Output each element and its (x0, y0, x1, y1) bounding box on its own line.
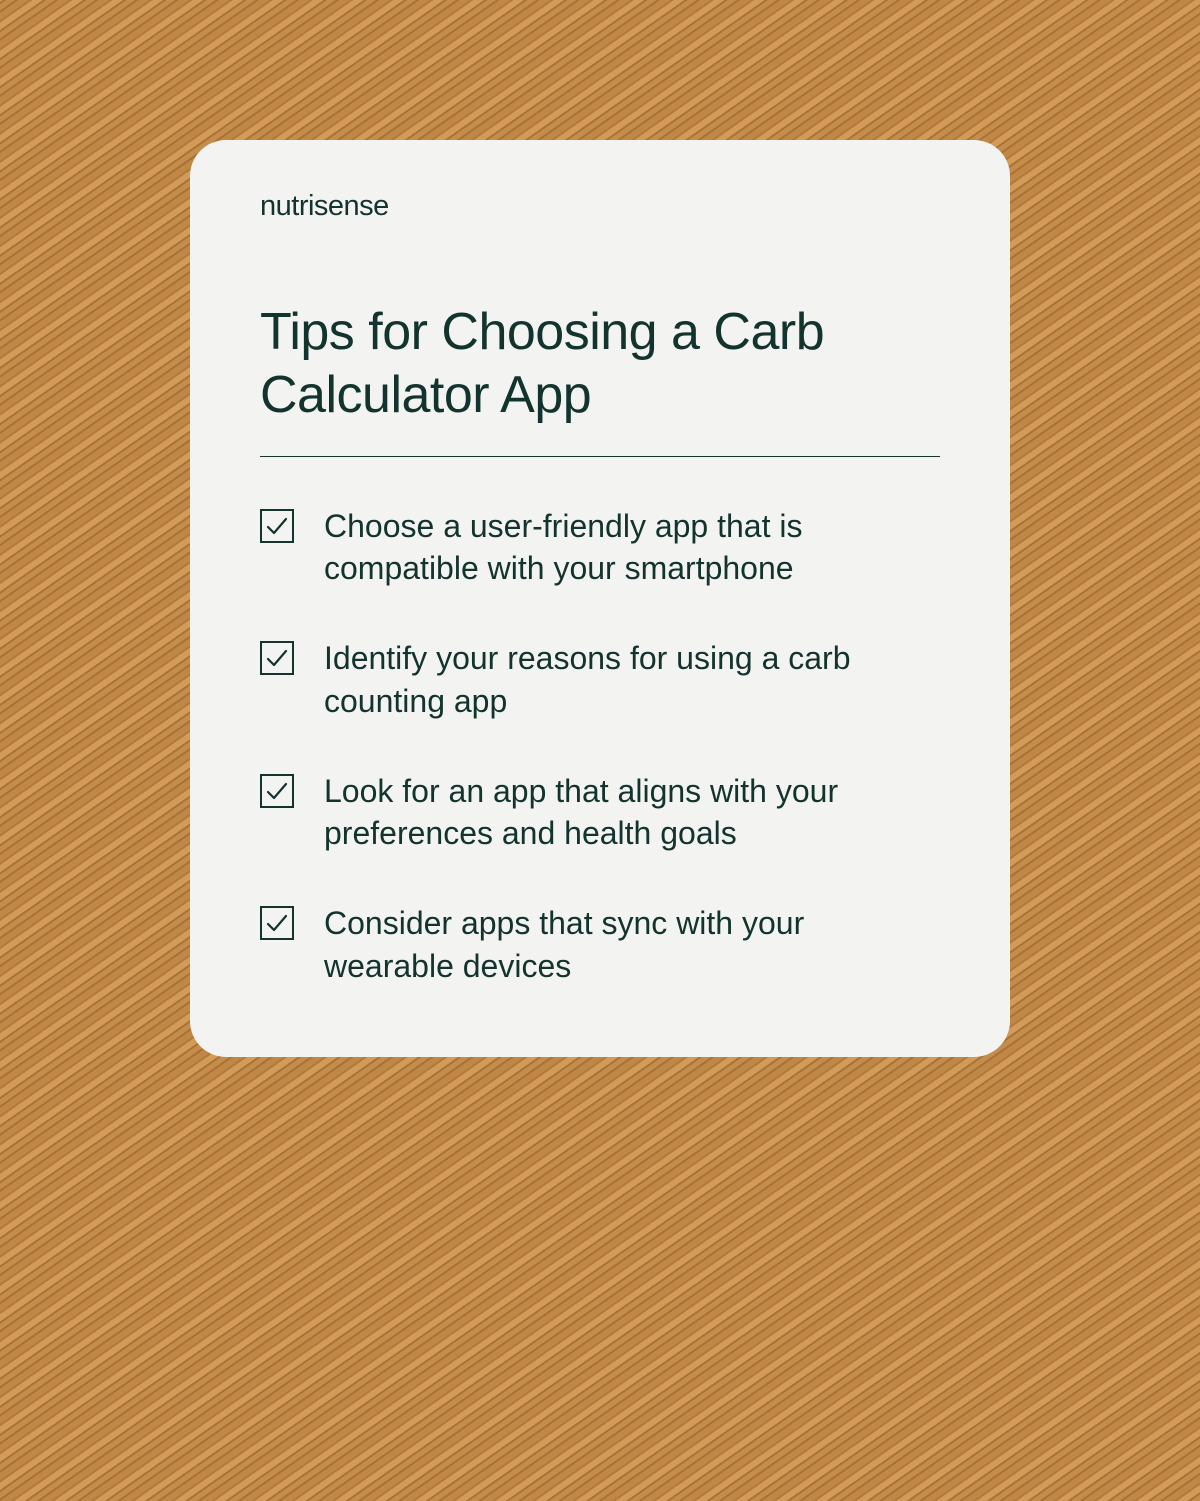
list-item: Choose a user-friendly app that is compa… (260, 505, 940, 589)
list-item-text: Consider apps that sync with your wearab… (324, 902, 884, 986)
list-item-text: Choose a user-friendly app that is compa… (324, 505, 884, 589)
tips-list: Choose a user-friendly app that is compa… (260, 505, 940, 987)
checkmark-icon (260, 906, 294, 940)
checkmark-icon (260, 774, 294, 808)
list-item-text: Look for an app that aligns with your pr… (324, 770, 884, 854)
info-card: nutrisense Tips for Choosing a Carb Calc… (190, 140, 1010, 1057)
card-title: Tips for Choosing a Carb Calculator App (260, 301, 940, 457)
list-item: Look for an app that aligns with your pr… (260, 770, 940, 854)
brand-logo: nutrisense (260, 190, 940, 223)
list-item: Identify your reasons for using a carb c… (260, 637, 940, 721)
checkmark-icon (260, 509, 294, 543)
checkmark-icon (260, 641, 294, 675)
page-stage: nutrisense Tips for Choosing a Carb Calc… (0, 0, 1200, 1301)
list-item: Consider apps that sync with your wearab… (260, 902, 940, 986)
list-item-text: Identify your reasons for using a carb c… (324, 637, 884, 721)
